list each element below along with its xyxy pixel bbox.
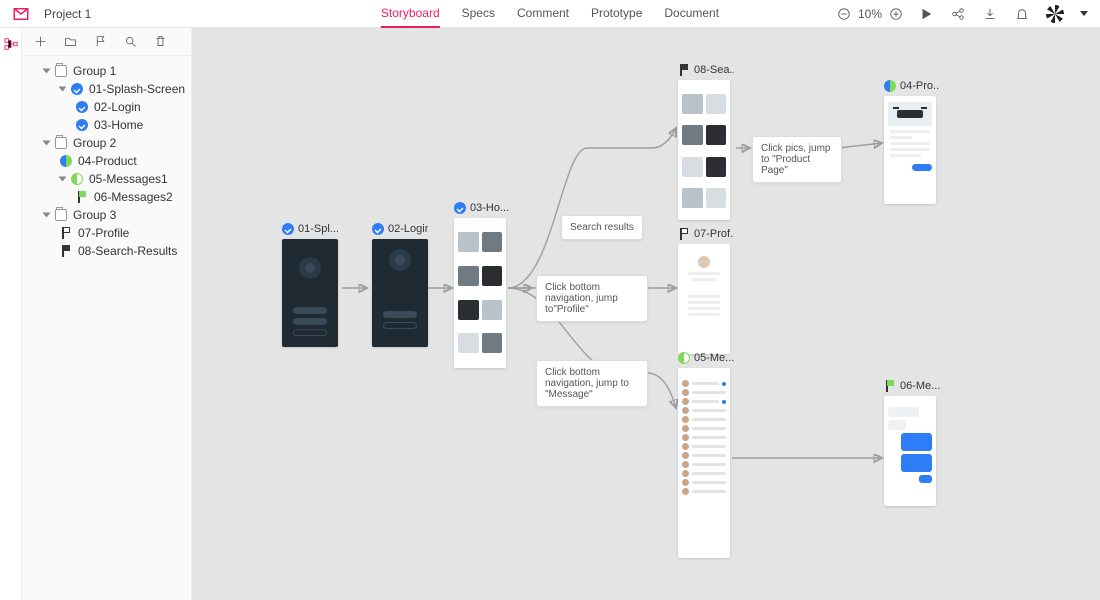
storyboard-rail-icon[interactable]: [3, 36, 19, 52]
note-product[interactable]: Click pics, jump to "Product Page": [752, 136, 842, 183]
node-chat[interactable]: 06-Me...: [884, 380, 940, 506]
status-half-icon: [60, 155, 72, 167]
tree-item[interactable]: 05-Messages1: [22, 170, 191, 188]
node-label: 04-Pro...: [900, 80, 940, 92]
folder-icon: [55, 65, 67, 77]
add-icon[interactable]: [32, 34, 48, 50]
trash-icon[interactable]: [152, 34, 168, 50]
node-label: 03-Ho...: [470, 202, 509, 214]
user-avatar[interactable]: [1046, 5, 1064, 23]
status-check-icon: [372, 223, 384, 235]
folder-icon: [55, 137, 67, 149]
node-messages[interactable]: 05-Me...: [678, 352, 734, 558]
play-icon[interactable]: [918, 6, 934, 22]
flag-dark-icon: [678, 64, 690, 76]
flag-outline-icon: [60, 227, 72, 239]
node-product[interactable]: 04-Pro...: [884, 80, 940, 204]
tree-item[interactable]: 07-Profile: [22, 224, 191, 242]
tree-group[interactable]: Group 2: [22, 134, 191, 152]
zoom-out-icon[interactable]: [836, 6, 852, 22]
status-check-icon: [454, 202, 466, 214]
node-label: 08-Sea...: [694, 64, 734, 76]
node-label: 05-Me...: [694, 352, 734, 364]
side-toolbar: [22, 28, 191, 56]
node-profile[interactable]: 07-Prof...: [678, 228, 734, 354]
status-half-icon: [71, 173, 83, 185]
tree-item[interactable]: 06-Messages2: [22, 188, 191, 206]
node-splash[interactable]: 01-Spl...: [282, 223, 338, 347]
search-icon[interactable]: [122, 34, 138, 50]
tree-group[interactable]: Group 1: [22, 62, 191, 80]
page-tree: Group 1 01-Splash-Screen 02-Login 03-Hom…: [22, 56, 191, 266]
zoom-in-icon[interactable]: [888, 6, 904, 22]
node-login[interactable]: 02-Login: [372, 223, 428, 347]
status-half-icon: [884, 80, 896, 92]
project-name[interactable]: Project 1: [44, 7, 91, 21]
storyboard-canvas[interactable]: 01-Spl... 02-Login 03-Ho... 08-Sea...: [192, 28, 1100, 600]
tree-item[interactable]: 08-Search-Results: [22, 242, 191, 260]
tab-storyboard[interactable]: Storyboard: [381, 0, 440, 28]
flag-dark-icon: [60, 245, 72, 257]
node-label: 02-Login: [388, 223, 428, 235]
tree-item[interactable]: 01-Splash-Screen: [22, 80, 191, 98]
zoom-controls: 10%: [836, 6, 904, 22]
tree-item[interactable]: 04-Product: [22, 152, 191, 170]
flag-green-icon: [76, 191, 88, 203]
node-label: 07-Prof...: [694, 228, 734, 240]
status-check-icon: [71, 83, 83, 95]
tree-item[interactable]: 02-Login: [22, 98, 191, 116]
node-label: 01-Spl...: [298, 223, 338, 235]
note-search[interactable]: Search results: [561, 215, 643, 240]
folder-icon[interactable]: [62, 34, 78, 50]
status-check-icon: [282, 223, 294, 235]
flag-outline-icon: [678, 228, 690, 240]
flag-green-icon: [884, 380, 896, 392]
status-half-icon: [678, 352, 690, 364]
tree-group[interactable]: Group 3: [22, 206, 191, 224]
node-label: 06-Me...: [900, 380, 940, 392]
download-icon[interactable]: [982, 6, 998, 22]
status-check-icon: [76, 119, 88, 131]
topbar: Project 1 Storyboard Specs Comment Proto…: [0, 0, 1100, 28]
node-home[interactable]: 03-Ho...: [454, 202, 510, 368]
node-search[interactable]: 08-Sea...: [678, 64, 734, 220]
bell-icon[interactable]: [1014, 6, 1030, 22]
topbar-actions: [918, 5, 1088, 23]
tab-document[interactable]: Document: [664, 0, 719, 28]
app-logo: [12, 5, 30, 23]
zoom-level: 10%: [858, 7, 882, 21]
side-panel: Group 1 01-Splash-Screen 02-Login 03-Hom…: [22, 28, 192, 600]
tab-prototype[interactable]: Prototype: [591, 0, 642, 28]
note-profile[interactable]: Click bottom navigation, jump to"Profile…: [536, 275, 648, 322]
user-menu-caret[interactable]: [1080, 11, 1088, 16]
tab-specs[interactable]: Specs: [462, 0, 495, 28]
folder-icon: [55, 209, 67, 221]
note-message[interactable]: Click bottom navigation, jump to "Messag…: [536, 360, 648, 407]
flag-icon[interactable]: [92, 34, 108, 50]
main-tabs: Storyboard Specs Comment Prototype Docum…: [381, 0, 719, 28]
share-icon[interactable]: [950, 6, 966, 22]
status-check-icon: [76, 101, 88, 113]
tree-item[interactable]: 03-Home: [22, 116, 191, 134]
left-rail: [0, 28, 22, 600]
tab-comment[interactable]: Comment: [517, 0, 569, 28]
